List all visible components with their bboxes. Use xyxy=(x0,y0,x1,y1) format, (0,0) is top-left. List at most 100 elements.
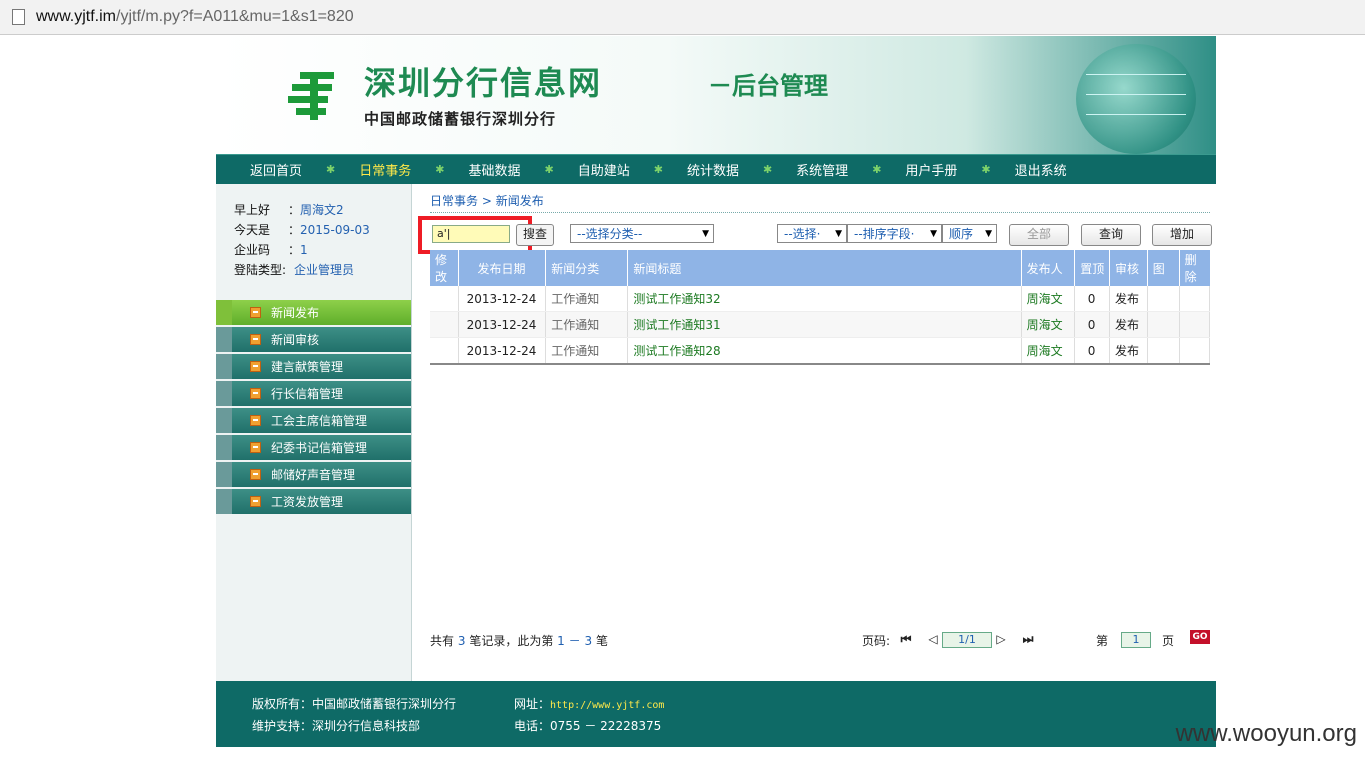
top-cell[interactable]: 0 xyxy=(1074,337,1110,365)
nav-home[interactable]: 返回首页 xyxy=(250,160,302,179)
delete-cell[interactable] xyxy=(1179,286,1211,312)
sidebar-item-good-voice[interactable]: 邮储好声音管理 xyxy=(216,462,411,487)
colon: ： xyxy=(288,243,301,257)
first-page-icon[interactable]: ⏮ xyxy=(900,633,912,646)
nav-self-build[interactable]: 自助建站 xyxy=(578,160,630,179)
edit-cell[interactable] xyxy=(430,286,459,312)
sidebar-item-salary[interactable]: 工资发放管理 xyxy=(216,489,411,514)
goto-prefix: 第 xyxy=(1096,634,1109,648)
sidebar-item-suggestions[interactable]: 建言献策管理 xyxy=(216,354,411,379)
image-cell[interactable] xyxy=(1147,286,1180,312)
browser-address-bar[interactable]: www.yjtf.im/yjtf/m.py?f=A011&mu=1&s1=820 xyxy=(0,0,1365,35)
nav-user-manual[interactable]: 用户手册 xyxy=(905,160,957,179)
col-top[interactable]: 置顶 xyxy=(1074,250,1110,286)
edit-cell[interactable] xyxy=(430,311,459,338)
prev-page-icon[interactable]: ◁ xyxy=(927,633,939,646)
query-button[interactable]: 查询 xyxy=(1081,224,1141,246)
footer-site-link[interactable]: http://www.yjtf.com xyxy=(550,700,664,711)
add-button[interactable]: 增加 xyxy=(1152,224,1212,246)
footer-copyright: 版权所有：中国邮政储蓄银行深圳分行 xyxy=(252,697,457,711)
arrow-bullet-icon xyxy=(250,496,261,507)
dropdown-arrow-icon: ▼ xyxy=(702,229,709,239)
col-edit: 修改 xyxy=(430,250,459,286)
filter-select[interactable]: --选择· ▼ xyxy=(777,224,847,243)
image-cell[interactable] xyxy=(1147,337,1180,365)
sidebar-item-label: 行长信箱管理 xyxy=(271,387,344,401)
status-cell[interactable]: 发布 xyxy=(1109,286,1148,312)
col-category[interactable]: 新闻分类 xyxy=(545,250,629,286)
record-summary: 共有 3 笔记录，此为第 1 － 3 笔 xyxy=(430,632,608,649)
sidebar-item-news-publish[interactable]: 新闻发布 xyxy=(216,300,411,325)
nav-separator-icon: ✱ xyxy=(326,163,336,176)
sidebar-item-label: 邮储好声音管理 xyxy=(271,468,356,482)
date-cell: 2013-12-24 xyxy=(458,337,547,365)
author-cell: 周海文 xyxy=(1021,311,1076,338)
sort-order-select[interactable]: 顺序 ▼ xyxy=(942,224,997,243)
nav-separator-icon: ✱ xyxy=(435,163,445,176)
watermark: www.wooyun.org xyxy=(1175,720,1357,747)
breadcrumb-parent[interactable]: 日常事务 xyxy=(430,194,478,208)
arrow-bullet-icon xyxy=(250,388,261,399)
top-cell[interactable]: 0 xyxy=(1074,311,1110,338)
top-cell[interactable]: 0 xyxy=(1074,286,1110,312)
col-image: 图 xyxy=(1147,250,1180,286)
title-link[interactable]: 测试工作通知31 xyxy=(627,311,1022,338)
status-cell[interactable]: 发布 xyxy=(1109,337,1148,365)
sidebar-item-label: 工资发放管理 xyxy=(271,495,344,509)
col-review[interactable]: 审核 xyxy=(1109,250,1148,286)
total-suffix: 笔 xyxy=(595,634,608,648)
sort-field-value: --排序字段· xyxy=(854,227,915,241)
user-name: 周海文2 xyxy=(300,203,344,217)
user-info: 早上好 ： 周海文2 今天是 ： 2015-09-03 企业码 ： 1 登陆类型… xyxy=(216,184,411,280)
user-greeting-row: 早上好 ： 周海文2 xyxy=(234,200,411,220)
col-author[interactable]: 发布人 xyxy=(1021,250,1076,286)
arrow-bullet-icon xyxy=(250,307,261,318)
page-indicator[interactable]: 1/1 xyxy=(942,632,992,648)
range-from: 1 xyxy=(557,634,565,648)
col-date[interactable]: 发布日期 xyxy=(458,250,547,286)
goto-page-input[interactable]: 1 xyxy=(1121,632,1151,648)
sidebar-item-president-mailbox[interactable]: 行长信箱管理 xyxy=(216,381,411,406)
title-link[interactable]: 测试工作通知32 xyxy=(627,286,1022,312)
nav-logout[interactable]: 退出系统 xyxy=(1015,160,1067,179)
edit-cell[interactable] xyxy=(430,337,459,365)
image-cell[interactable] xyxy=(1147,311,1180,338)
all-button[interactable]: 全部 xyxy=(1009,224,1069,246)
nav-separator-icon: ✱ xyxy=(981,163,991,176)
category-select[interactable]: --选择分类-- ▼ xyxy=(570,224,714,243)
sidebar-item-union-mailbox[interactable]: 工会主席信箱管理 xyxy=(216,408,411,433)
status-cell[interactable]: 发布 xyxy=(1109,311,1148,338)
sidebar-item-news-review[interactable]: 新闻审核 xyxy=(216,327,411,352)
table-row: 2013-12-24 工作通知 测试工作通知31 周海文 0 发布 xyxy=(430,311,1211,338)
dropdown-arrow-icon: ▼ xyxy=(835,229,842,239)
last-page-icon[interactable]: ⏭ xyxy=(1022,633,1034,646)
globe-graphic xyxy=(1076,44,1196,154)
page-container: 深圳分行信息网 －后台管理 中国邮政储蓄银行深圳分行 返回首页 ✱ 日常事务 ✱… xyxy=(216,36,1216,681)
url-path: /yjtf/m.py?f=A011&mu=1&s1=820 xyxy=(116,8,354,25)
breadcrumb: 日常事务 > 新闻发布 xyxy=(430,184,1210,213)
url-text[interactable]: www.yjtf.im/yjtf/m.py?f=A011&mu=1&s1=820 xyxy=(36,8,354,26)
sort-field-select[interactable]: --排序字段· ▼ xyxy=(847,224,942,243)
nav-daily-affairs[interactable]: 日常事务 xyxy=(359,160,411,179)
col-title[interactable]: 新闻标题 xyxy=(627,250,1022,286)
table-row: 2013-12-24 工作通知 测试工作通知28 周海文 0 发布 xyxy=(430,337,1211,365)
postal-logo-icon xyxy=(288,72,334,120)
go-button[interactable]: GO xyxy=(1190,630,1210,644)
nav-basic-data[interactable]: 基础数据 xyxy=(468,160,520,179)
nav-statistics[interactable]: 统计数据 xyxy=(687,160,739,179)
nav-system-admin[interactable]: 系统管理 xyxy=(796,160,848,179)
login-type-row: 登陆类型: 企业管理员 xyxy=(234,260,411,280)
breadcrumb-current[interactable]: 新闻发布 xyxy=(496,194,544,208)
delete-cell[interactable] xyxy=(1179,311,1211,338)
sidebar-item-discipline-mailbox[interactable]: 纪委书记信箱管理 xyxy=(216,435,411,460)
next-page-icon[interactable]: ▷ xyxy=(995,633,1007,646)
nav-separator-icon: ✱ xyxy=(762,163,773,176)
date-cell: 2013-12-24 xyxy=(458,286,547,312)
range-to: 3 xyxy=(584,634,593,648)
search-button[interactable]: 搜查 xyxy=(516,224,554,246)
nav-separator-icon: ✱ xyxy=(544,163,554,176)
title-link[interactable]: 测试工作通知28 xyxy=(627,337,1022,365)
delete-cell[interactable] xyxy=(1179,337,1211,365)
footer-site-label: 网址： xyxy=(514,697,551,711)
news-table: 修改 发布日期 新闻分类 新闻标题 发布人 置顶 审核 图 删除 2013-12… xyxy=(430,250,1211,365)
